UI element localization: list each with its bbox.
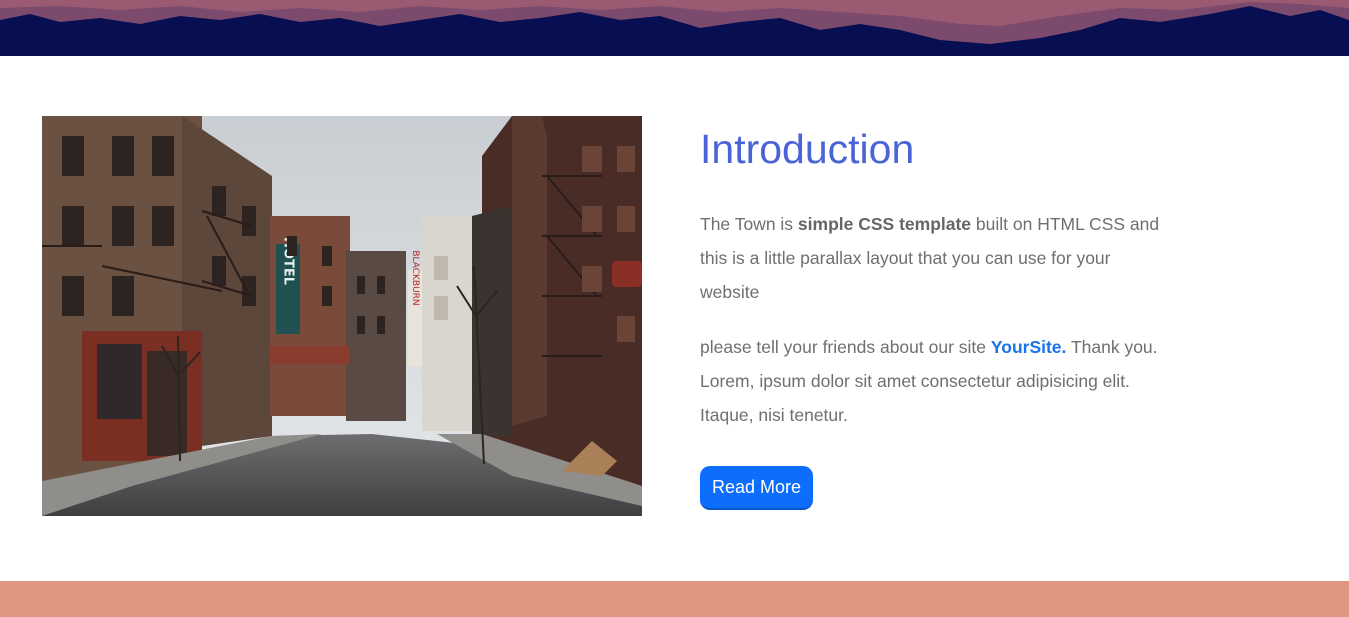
para2-prefix: please tell your friends about our site bbox=[700, 337, 991, 357]
read-more-button[interactable]: Read More bbox=[700, 466, 813, 510]
header-parallax-band bbox=[0, 0, 1349, 56]
para1-prefix: The Town is bbox=[700, 214, 798, 234]
intro-section: Introduction The Town is simple CSS temp… bbox=[700, 124, 1160, 510]
yoursite-link[interactable]: YourSite. bbox=[991, 337, 1067, 357]
intro-street-photo: BLACKBURN HOTEL bbox=[42, 116, 642, 516]
intro-paragraph-2: please tell your friends about our site … bbox=[700, 330, 1160, 432]
intro-title: Introduction bbox=[700, 126, 915, 172]
para1-strong-text: simple CSS template bbox=[797, 214, 972, 234]
mountain-silhouette-graphic bbox=[0, 0, 1349, 56]
blackburn-sign-text: BLACKBURN bbox=[410, 250, 420, 305]
intro-paragraph-1: The Town is simple CSS template built on… bbox=[700, 207, 1160, 309]
street-scene-image: BLACKBURN HOTEL bbox=[42, 116, 642, 516]
next-section-band bbox=[0, 581, 1349, 617]
